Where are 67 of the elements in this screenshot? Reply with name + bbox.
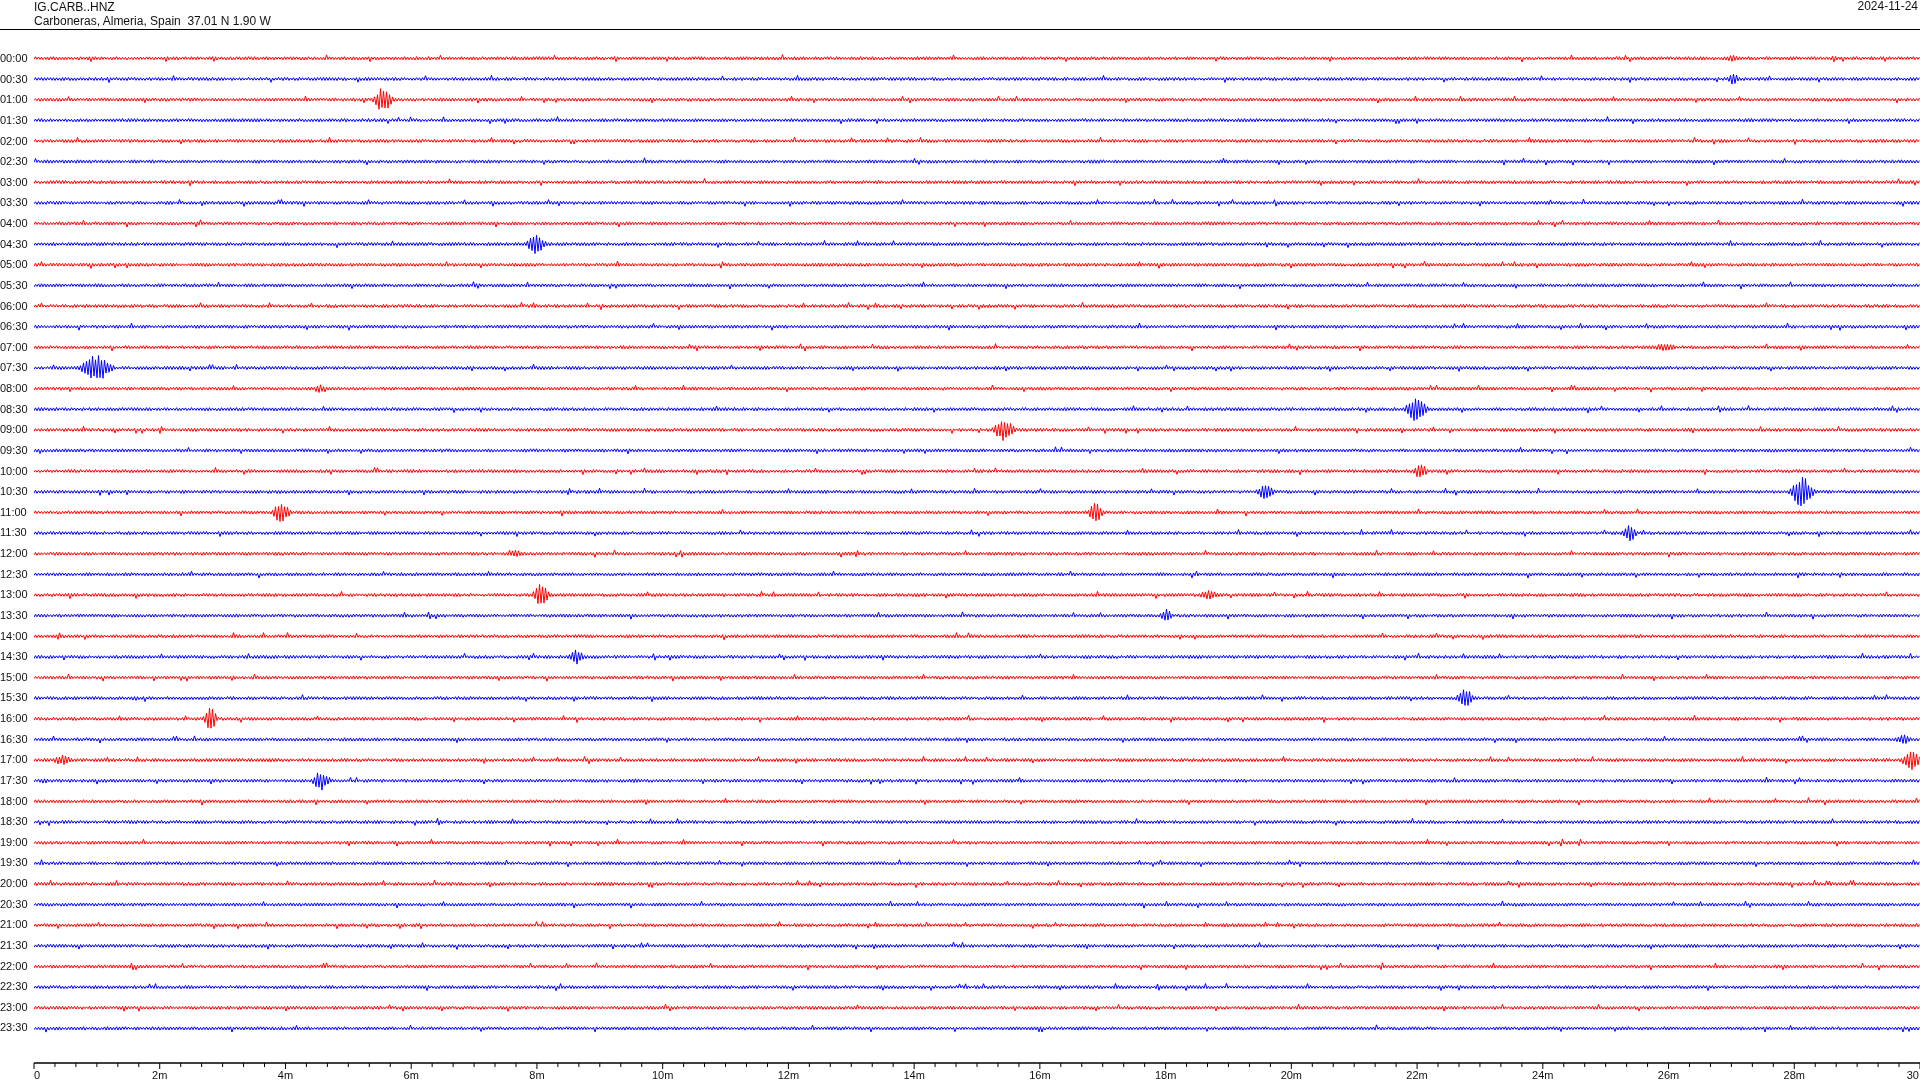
row-time-label: 19:30 (0, 855, 29, 871)
row-time-label: 22:00 (0, 958, 29, 974)
row-time-label: 04:00 (0, 216, 29, 231)
axis-tick-label: 8m (529, 1068, 545, 1080)
row-time-label: 04:30 (0, 236, 29, 252)
axis-tick-label: 24m (1532, 1068, 1554, 1080)
row-time-label: 17:00 (0, 752, 29, 768)
row-time-label: 23:00 (0, 999, 29, 1015)
row-time-label: 10:00 (0, 463, 29, 479)
row-time-label: 09:00 (0, 422, 29, 438)
axis-tick-label: 4m (277, 1068, 294, 1080)
row-time-label: 19:00 (0, 834, 29, 850)
row-time-label: 05:30 (0, 277, 29, 293)
row-time-label: 07:30 (0, 360, 29, 376)
axis-tick-label: 22m (1406, 1068, 1428, 1080)
axis-tick-label: 0 (33, 1068, 41, 1080)
row-time-label: 18:00 (0, 793, 29, 809)
row-time-label: 12:00 (0, 546, 29, 561)
row-time-label: 12:30 (0, 566, 29, 582)
row-time-label: 08:30 (0, 401, 29, 417)
row-time-label: 13:30 (0, 607, 29, 623)
row-time-label: 23:30 (0, 1020, 29, 1036)
row-time-label: 01:30 (0, 112, 29, 128)
row-time-label: 02:00 (0, 133, 29, 149)
row-time-label: 11:30 (0, 525, 28, 541)
row-time-label: 16:30 (0, 731, 29, 747)
axis-tick-label: 12m (777, 1068, 800, 1080)
station-location: Carboneras, Almeria, Spain 37.01 N 1.90 W (34, 14, 271, 28)
row-time-label: 20:30 (0, 896, 29, 912)
row-time-label: 10:30 (0, 484, 29, 500)
row-time-label: 08:00 (0, 381, 29, 396)
row-time-label: 05:00 (0, 257, 29, 273)
row-time-label: 03:00 (0, 174, 29, 190)
row-time-label: 09:30 (0, 442, 29, 458)
row-time-label: 06:30 (0, 319, 29, 335)
row-time-label: 17:30 (0, 772, 29, 788)
row-time-label: 06:00 (0, 298, 29, 314)
station-code: IG.CARB..HNZ (34, 0, 116, 14)
axis-tick-label: 14m (903, 1068, 925, 1080)
axis-tick-label: 10m (651, 1068, 674, 1080)
row-time-label: 03:30 (0, 195, 29, 211)
axis-tick-label: 6m (403, 1068, 419, 1080)
row-time-label: 18:30 (0, 814, 29, 830)
row-time-label: 22:30 (0, 979, 29, 995)
row-time-label: 14:00 (0, 628, 29, 644)
row-time-label: 20:00 (0, 876, 29, 891)
row-time-label: 15:30 (0, 690, 29, 706)
axis-tick-label: 26m (1657, 1068, 1680, 1080)
axis-tick-label: 20m (1280, 1068, 1303, 1080)
row-time-label: 07:00 (0, 339, 29, 355)
row-time-label: 13:00 (0, 587, 29, 603)
row-time-label: 02:30 (0, 154, 29, 170)
row-time-label: 00:30 (0, 71, 29, 87)
axis-tick-label: 28m (1783, 1068, 1805, 1080)
axis-tick-label: 18m (1154, 1068, 1177, 1080)
row-time-label: 15:00 (0, 669, 29, 685)
row-time-label: 01:00 (0, 92, 29, 108)
row-time-label: 16:00 (0, 711, 29, 726)
axis-tick-label: 16m (1029, 1068, 1051, 1080)
row-time-label: 21:30 (0, 937, 29, 953)
row-time-label: 11:00 (0, 504, 28, 520)
axis-tick-label: 2m (152, 1068, 168, 1080)
axis-tick-label: 30 (1906, 1068, 1919, 1080)
row-time-label: 21:00 (0, 917, 29, 933)
row-time-label: 00:00 (0, 51, 29, 66)
row-time-label: 14:30 (0, 649, 29, 665)
plot-date: 2024-11-24 (1857, 0, 1918, 13)
